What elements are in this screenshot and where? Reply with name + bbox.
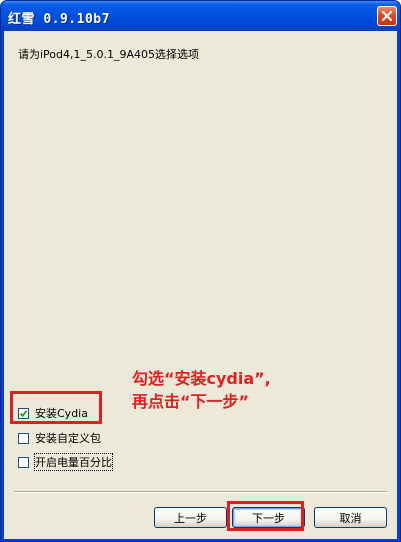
cancel-button[interactable]: 取消	[314, 507, 387, 528]
close-button[interactable]	[377, 6, 397, 26]
option-battery-percentage[interactable]: 开启电量百分比	[18, 453, 113, 471]
install-custom-package-checkbox[interactable]	[18, 432, 29, 444]
install-custom-package-label: 安装自定义包	[35, 432, 101, 445]
annotation-line-2: 再点击“下一步”	[132, 392, 250, 411]
annotation-line-1: 勾选“安装cydia”,	[132, 369, 271, 388]
title-bar[interactable]: 红雪 0.9.10b7	[1, 1, 400, 31]
app-window: 红雪 0.9.10b7 请为iPod4,1_5.0.1_9A405选择选项 安装…	[0, 0, 401, 542]
separator	[14, 491, 387, 493]
dialog-body: 请为iPod4,1_5.0.1_9A405选择选项 安装Cydia 安装自定义包…	[4, 31, 397, 539]
instruction-annotation: 勾选“安装cydia”, 再点击“下一步”	[132, 367, 271, 413]
close-icon	[382, 11, 392, 21]
prompt-text: 请为iPod4,1_5.0.1_9A405选择选项	[18, 48, 200, 61]
window-title: 红雪 0.9.10b7	[8, 12, 110, 27]
battery-percentage-label: 开启电量百分比	[34, 453, 113, 471]
back-button[interactable]: 上一步	[154, 507, 227, 528]
battery-percentage-checkbox[interactable]	[18, 456, 29, 468]
highlight-cydia-option	[10, 391, 102, 424]
highlight-next-button	[227, 501, 304, 531]
option-install-custom-package[interactable]: 安装自定义包	[18, 430, 101, 446]
